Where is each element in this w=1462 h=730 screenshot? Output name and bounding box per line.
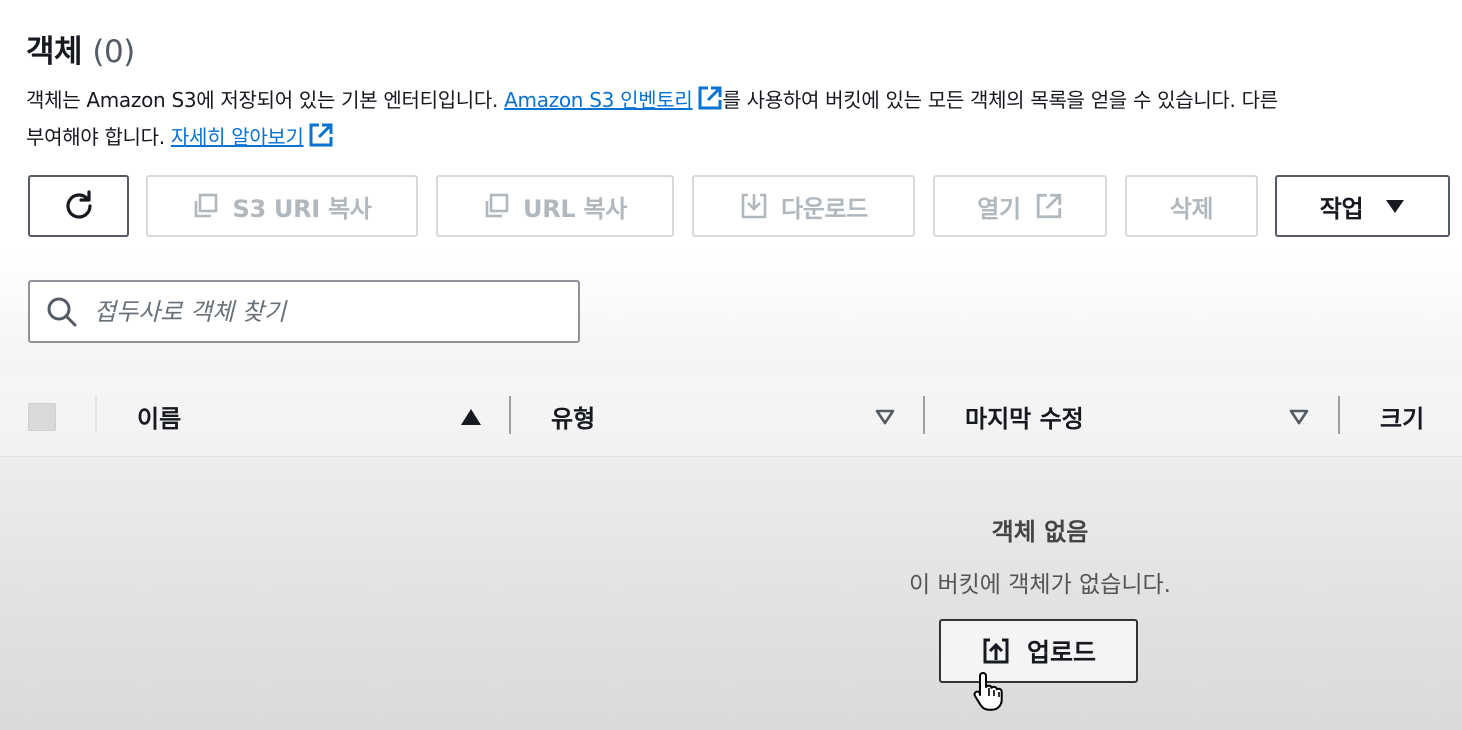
sort-ascending-icon[interactable]: [460, 408, 482, 426]
empty-state-subtitle: 이 버킷에 객체가 없습니다.: [908, 572, 1171, 598]
copy-icon: [485, 193, 509, 218]
empty-state-title: 객체 없음: [991, 518, 1089, 546]
search-icon: [47, 297, 77, 326]
inventory-link-label[interactable]: Amazon S3 인벤토리: [504, 88, 693, 112]
upload-icon: [983, 638, 1009, 664]
copy-url-button[interactable]: URL 복사: [436, 175, 674, 237]
refresh-icon: [65, 190, 92, 219]
sort-icon[interactable]: [1289, 408, 1309, 426]
search-input[interactable]: [92, 296, 536, 327]
object-count: (0): [92, 34, 135, 70]
actions-dropdown[interactable]: 작업: [1275, 175, 1450, 237]
table-header: 이름 유형 마지막 수정 크기: [0, 376, 1462, 457]
download-icon: [741, 193, 767, 219]
description-line-2: 부여해야 합니다. 자세히 알아보기: [26, 121, 334, 150]
column-header-size[interactable]: 크기: [1380, 376, 1424, 456]
select-all-checkbox[interactable]: [28, 403, 56, 431]
column-divider: [95, 396, 97, 434]
external-link-icon: [309, 123, 333, 147]
description-line-1: 객체는 Amazon S3에 저장되어 있는 기본 엔터티입니다. Amazon…: [26, 84, 1278, 113]
inventory-link[interactable]: Amazon S3 인벤토리: [504, 86, 722, 112]
copy-s3-uri-button[interactable]: S3 URI 복사: [146, 175, 418, 237]
download-button[interactable]: 다운로드: [692, 175, 915, 237]
column-divider[interactable]: [509, 396, 511, 434]
delete-button[interactable]: 삭제: [1125, 175, 1258, 237]
column-header-last-modified[interactable]: 마지막 수정: [965, 376, 1084, 456]
column-divider[interactable]: [1338, 396, 1340, 434]
search-box[interactable]: [28, 280, 580, 343]
column-header-name-label: 이름: [137, 404, 182, 433]
upload-label: 업로드: [1026, 638, 1096, 667]
description-text-2: 를 사용하여 버킷에 있는 모든 객체의 목록을 얻을 수 있습니다. 다른: [722, 88, 1279, 112]
upload-button[interactable]: 업로드: [939, 619, 1138, 683]
page-title: 객체 (0): [26, 26, 135, 71]
external-link-icon: [698, 86, 721, 110]
learn-more-label[interactable]: 자세히 알아보기: [171, 125, 304, 149]
column-header-size-label: 크기: [1380, 404, 1425, 433]
sort-icon[interactable]: [875, 408, 895, 426]
delete-label: 삭제: [1169, 194, 1214, 223]
description-text: 객체는 Amazon S3에 저장되어 있는 기본 엔터티입니다.: [26, 88, 505, 112]
actions-label: 작업: [1319, 194, 1364, 223]
column-header-type[interactable]: 유형: [551, 376, 595, 456]
pointer-cursor-icon: [973, 672, 1003, 711]
copy-url-label: URL 복사: [523, 194, 627, 223]
open-label: 열기: [977, 194, 1021, 223]
copy-s3-uri-label: S3 URI 복사: [232, 194, 372, 223]
caret-down-icon: [1386, 200, 1405, 213]
page-title-text: 객체: [26, 34, 83, 70]
copy-icon: [195, 193, 218, 218]
description-text-3: 부여해야 합니다.: [26, 125, 171, 149]
column-header-type-label: 유형: [551, 404, 596, 433]
column-divider[interactable]: [923, 396, 925, 434]
column-header-last-modified-label: 마지막 수정: [965, 404, 1084, 433]
external-link-icon: [1036, 193, 1061, 219]
column-header-name[interactable]: 이름: [137, 376, 181, 456]
learn-more-link[interactable]: 자세히 알아보기: [171, 123, 334, 149]
download-label: 다운로드: [780, 194, 869, 223]
refresh-button[interactable]: [28, 175, 129, 237]
open-button[interactable]: 열기: [933, 175, 1107, 237]
